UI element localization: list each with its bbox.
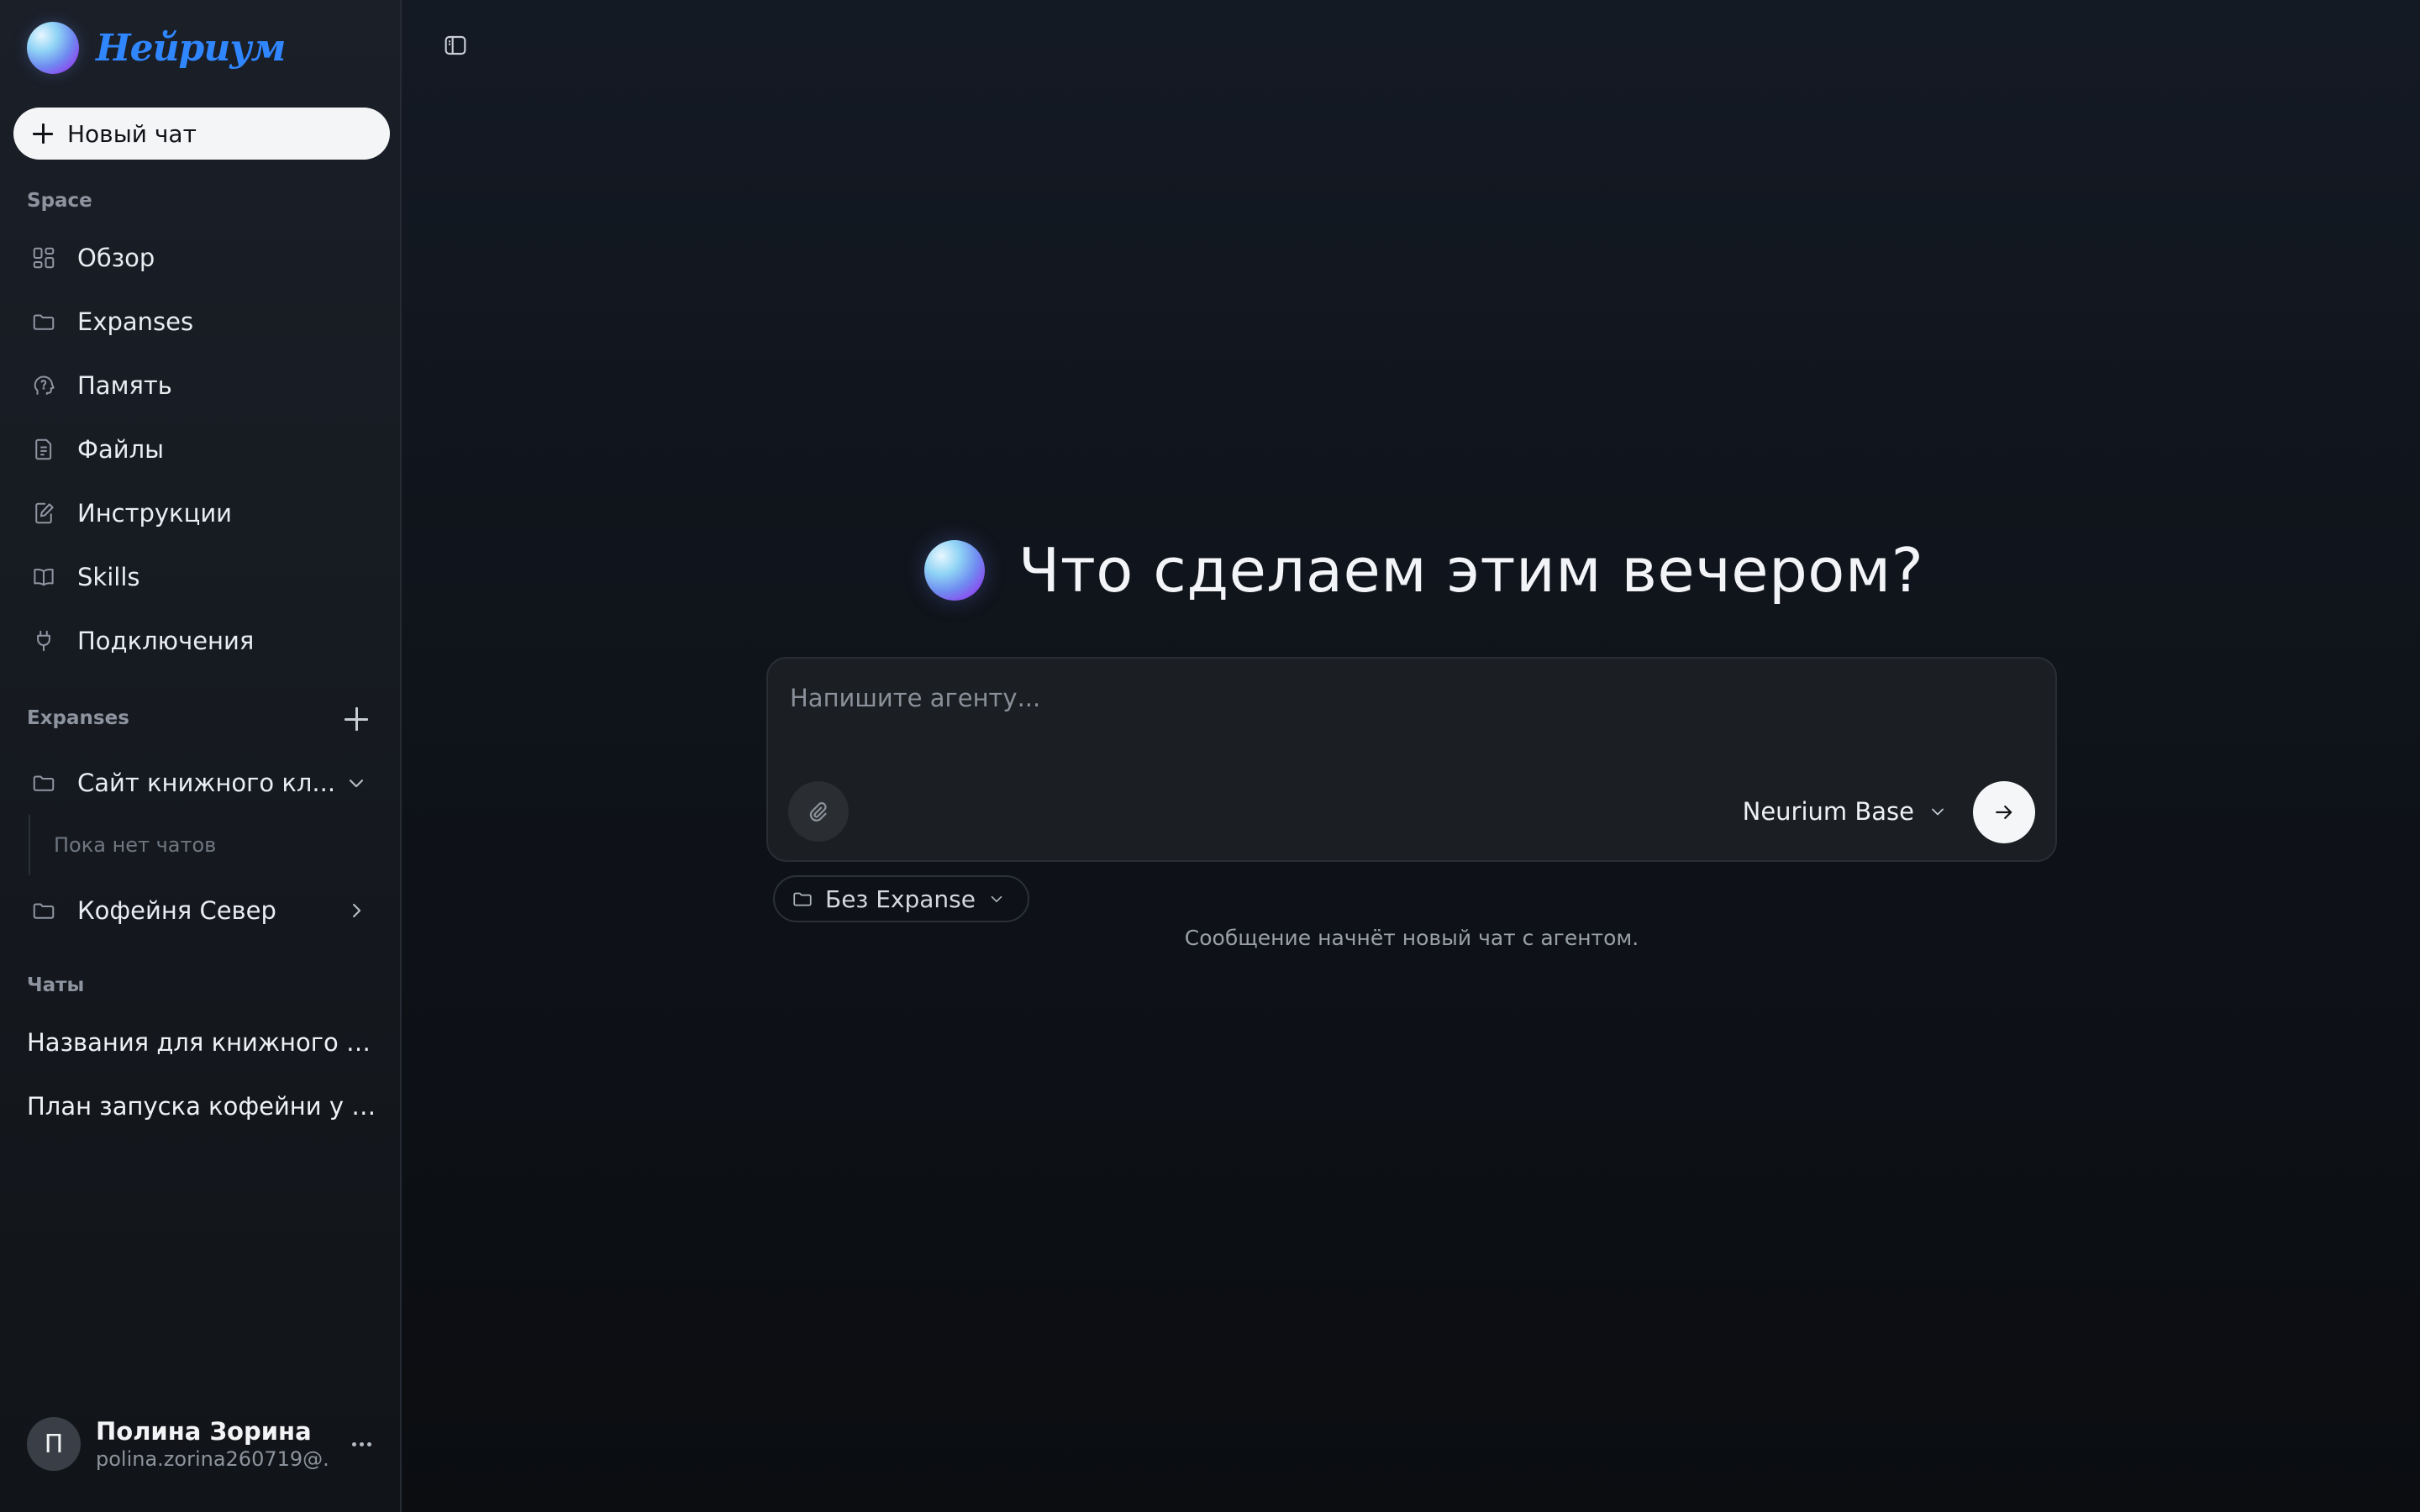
composer-hint: Сообщение начнёт новый чат с агентом. bbox=[1184, 926, 1639, 950]
expanse-selector-label: Без Expanse bbox=[825, 885, 976, 913]
sidebar-item-label: Память bbox=[77, 371, 172, 400]
page-title: Что сделаем этим вечером? bbox=[1018, 535, 1924, 606]
message-composer: Neurium Base bbox=[766, 657, 2057, 862]
message-input[interactable] bbox=[790, 677, 2033, 719]
chevron-down-icon[interactable] bbox=[345, 771, 368, 795]
avatar: П bbox=[27, 1417, 81, 1471]
greeting: Что сделаем этим вечером? bbox=[924, 534, 1923, 606]
brand[interactable]: Нейриум bbox=[27, 20, 286, 76]
sidebar-item-label: Skills bbox=[77, 563, 140, 591]
sidebar-item-memory[interactable]: Память bbox=[13, 359, 388, 412]
plug-icon bbox=[30, 627, 57, 654]
user-meta: Полина Зорина polina.zorina260719@... bbox=[96, 1417, 331, 1471]
send-button[interactable] bbox=[1973, 781, 2035, 843]
chevron-down-icon bbox=[1932, 808, 1944, 816]
file-icon bbox=[30, 436, 57, 463]
edit-document-icon bbox=[30, 500, 57, 527]
expanse-item-book-club-site[interactable]: Сайт книжного кл... bbox=[13, 756, 388, 810]
sidebar-item-instructions[interactable]: Инструкции bbox=[13, 486, 388, 540]
new-chat-label: Новый чат bbox=[67, 119, 197, 148]
attach-button[interactable] bbox=[788, 781, 849, 842]
paperclip-icon bbox=[809, 802, 827, 822]
sidebar-item-overview[interactable]: Обзор bbox=[13, 231, 388, 285]
main-area: Что сделаем этим вечером? Neurium Base Б… bbox=[402, 0, 2420, 1512]
sidebar-item-label: Expanses bbox=[77, 307, 194, 336]
sidebar-item-expanses[interactable]: Expanses bbox=[13, 295, 388, 349]
toggle-sidebar-icon[interactable] bbox=[442, 32, 469, 59]
chat-item[interactable]: План запуска кофейни у п... bbox=[27, 1092, 380, 1121]
folder-icon bbox=[30, 308, 57, 335]
sidebar-item-label: Файлы bbox=[77, 435, 165, 464]
agent-orb-icon bbox=[924, 540, 985, 601]
brand-orb-icon bbox=[27, 22, 79, 74]
sidebar-item-files[interactable]: Файлы bbox=[13, 423, 388, 476]
folder-icon bbox=[30, 769, 57, 796]
section-label-chats: Чаты bbox=[27, 974, 85, 996]
new-chat-button[interactable]: Новый чат bbox=[13, 108, 390, 160]
expanse-item-label: Кофейня Север bbox=[77, 896, 276, 925]
sidebar-item-label: Обзор bbox=[77, 244, 155, 272]
folder-icon bbox=[30, 897, 57, 924]
add-expanse-button[interactable] bbox=[345, 707, 368, 731]
grid-icon bbox=[30, 244, 57, 271]
chat-item[interactable]: Названия для книжного кл... bbox=[27, 1028, 380, 1057]
sidebar-item-skills[interactable]: Skills bbox=[13, 550, 388, 604]
book-icon bbox=[30, 564, 57, 591]
sidebar-item-label: Инструкции bbox=[77, 499, 233, 528]
brain-head-icon bbox=[30, 372, 57, 399]
chevron-down-icon bbox=[991, 895, 1002, 903]
folder-icon bbox=[793, 892, 812, 906]
expanse-selector[interactable]: Без Expanse bbox=[773, 875, 1029, 922]
expanse-empty-state: Пока нет чатов bbox=[29, 815, 381, 875]
expanse-item-label: Сайт книжного кл... bbox=[77, 769, 336, 797]
sidebar-item-label: Подключения bbox=[77, 627, 255, 655]
section-label-expanses: Expanses bbox=[27, 707, 129, 729]
more-options-icon[interactable] bbox=[346, 1431, 376, 1457]
section-label-space: Space bbox=[27, 190, 92, 212]
app-window: Нейриум Новый чат Space Обзор Expanses П… bbox=[0, 0, 2420, 1512]
model-selector[interactable]: Neurium Base bbox=[1743, 793, 1948, 830]
user-email: polina.zorina260719@... bbox=[96, 1447, 331, 1471]
user-profile[interactable]: П Полина Зорина polina.zorina260719@... bbox=[27, 1416, 380, 1472]
arrow-right-icon bbox=[1996, 806, 2012, 819]
plus-icon bbox=[32, 123, 54, 144]
user-name: Полина Зорина bbox=[96, 1417, 312, 1446]
chevron-right-icon[interactable] bbox=[345, 899, 368, 922]
sidebar-item-connections[interactable]: Подключения bbox=[13, 614, 388, 668]
model-selector-label: Neurium Base bbox=[1742, 797, 1914, 826]
brand-name: Нейриум bbox=[96, 26, 286, 70]
expanse-item-coffee-north[interactable]: Кофейня Север bbox=[13, 884, 388, 937]
sidebar: Нейриум Новый чат Space Обзор Expanses П… bbox=[0, 0, 402, 1512]
